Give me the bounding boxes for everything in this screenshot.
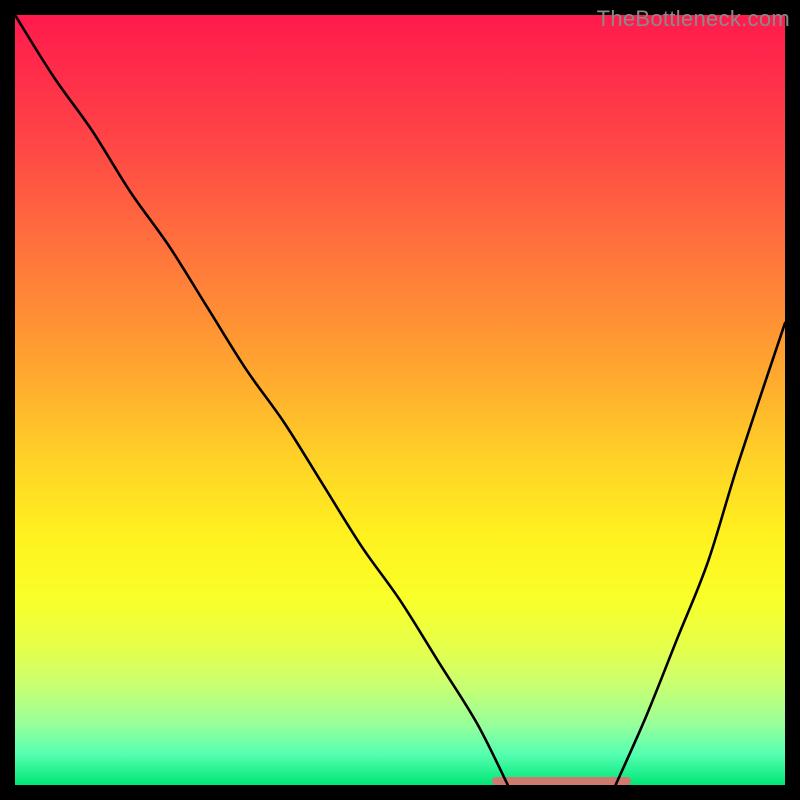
- bottleneck-curve: [15, 15, 785, 785]
- figure-frame: TheBottleneck.com: [0, 0, 800, 800]
- plot-area: [15, 15, 785, 785]
- watermark-text: TheBottleneck.com: [597, 6, 790, 32]
